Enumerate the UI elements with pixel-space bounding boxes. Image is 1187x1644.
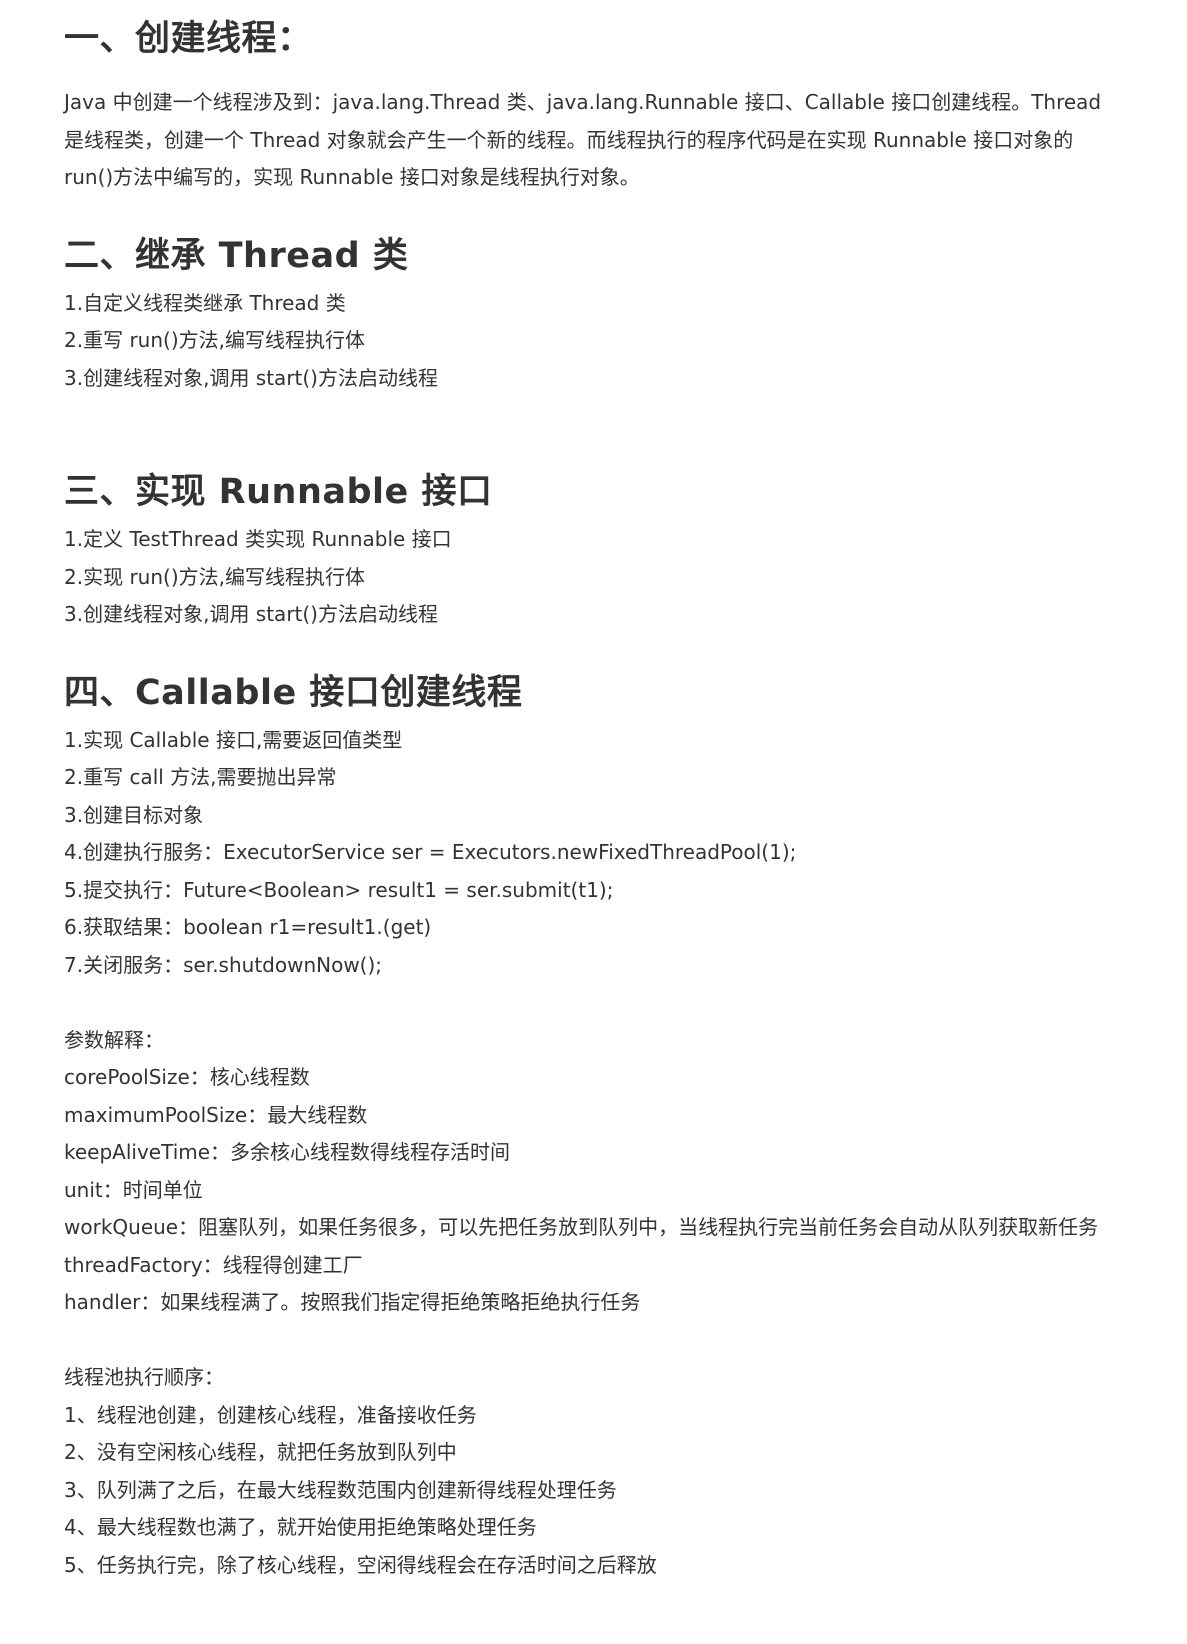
param-item: maximumPoolSize：最大线程数 [64,1102,368,1127]
pool-order-item: 5、任务执行完，除了核心线程，空闲得线程会在存活时间之后释放 [64,1552,657,1577]
article-body: 一、创建线程： Java 中创建一个线程涉及到：java.lang.Thread… [64,14,1124,1584]
param-item: keepAliveTime：多余核心线程数得线程存活时间 [64,1140,511,1164]
pool-order-item: 3、队列满了之后，在最大线程数范围内创建新得线程处理任务 [64,1477,617,1502]
list-item: 2.实现 run()方法,编写线程执行体 [64,564,365,589]
section-title-runnable: 三、实现 Runnable 接口 [64,472,493,512]
param-item: handler：如果线程满了。按照我们指定得拒绝策略拒绝执行任务 [64,1290,641,1314]
pool-order-heading: 线程池执行顺序： [64,1365,224,1389]
pool-order-item: 1、线程池创建，创建核心线程，准备接收任务 [64,1402,477,1427]
section-title-extend-thread: 二、继承 Thread 类 [64,235,409,276]
list-item: 3.创建线程对象,调用 start()方法启动线程 [64,602,438,626]
list-item: 7.关闭服务：ser.shutdownNow(); [64,952,383,977]
section-title-create-thread: 一、创建线程： [64,19,313,59]
list-item: 6.获取结果：boolean r1=result1.(get) [64,915,432,939]
list-item: 4.创建执行服务：ExecutorService ser = Executors… [64,840,797,864]
params-heading: 参数解释： [64,1027,164,1052]
param-item: unit：时间单位 [64,1177,203,1202]
params-explanation: 参数解释： corePoolSize：核心线程数 maximumPoolSize… [64,1022,1124,1322]
section-title-callable: 四、Callable 接口创建线程 [64,672,523,713]
list-item: 2.重写 call 方法,需要抛出异常 [64,765,337,789]
pool-order-item: 2、没有空闲核心线程，就把任务放到队列中 [64,1440,457,1464]
page: 一、创建线程： Java 中创建一个线程涉及到：java.lang.Thread… [0,0,1187,1644]
param-item: workQueue：阻塞队列，如果任务很多，可以先把任务放到队列中，当线程执行完… [64,1215,1099,1239]
list-item: 1.定义 TestThread 类实现 Runnable 接口 [64,527,452,551]
param-item: corePoolSize：核心线程数 [64,1065,310,1089]
pool-execution-order: 线程池执行顺序： 1、线程池创建，创建核心线程，准备接收任务 2、没有空闲核心线… [64,1359,1124,1584]
intro-paragraph: Java 中创建一个线程涉及到：java.lang.Thread 类、java.… [64,90,1102,189]
list-item: 3.创建线程对象,调用 start()方法启动线程 [64,365,438,390]
param-item: threadFactory：线程得创建工厂 [64,1252,363,1277]
callable-steps: 1.实现 Callable 接口,需要返回值类型 2.重写 call 方法,需要… [64,722,1124,985]
list-item: 3.创建目标对象 [64,802,204,827]
list-item: 1.自定义线程类继承 Thread 类 [64,290,346,315]
extend-thread-steps: 1.自定义线程类继承 Thread 类 2.重写 run()方法,编写线程执行体… [64,285,1124,398]
list-item: 2.重写 run()方法,编写线程执行体 [64,328,365,352]
list-item: 1.实现 Callable 接口,需要返回值类型 [64,727,403,752]
runnable-steps: 1.定义 TestThread 类实现 Runnable 接口 2.实现 run… [64,521,1124,634]
pool-order-item: 4、最大线程数也满了，就开始使用拒绝策略处理任务 [64,1515,537,1539]
list-item: 5.提交执行：Future<Boolean> result1 = ser.sub… [64,877,614,902]
